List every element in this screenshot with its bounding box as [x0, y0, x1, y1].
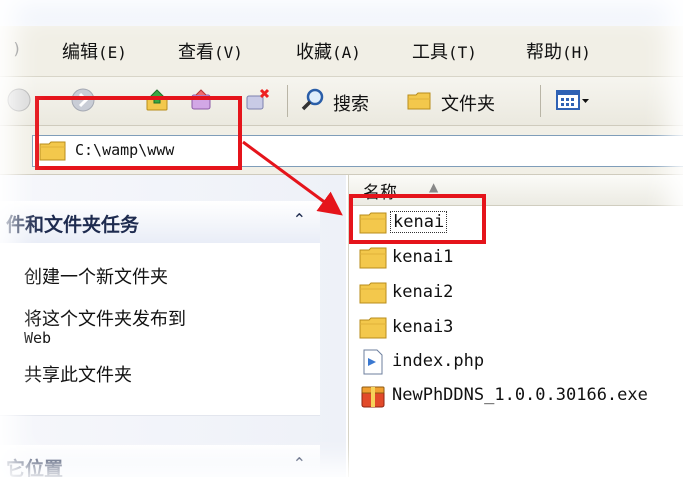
kenai-highlight-box [349, 194, 486, 244]
menu-tools[interactable]: 工具(T) [412, 38, 477, 64]
back-arrow-icon[interactable] [6, 87, 32, 113]
folder-icon [359, 247, 387, 269]
search-icon[interactable] [300, 87, 326, 113]
folders-button[interactable]: 文件夹 [441, 90, 495, 116]
file-name: kenai1 [392, 247, 454, 267]
file-row[interactable]: kenai2 [359, 278, 683, 308]
collapse-chevron-icon[interactable]: ⌃ [293, 210, 306, 229]
search-button[interactable]: 搜索 [333, 90, 369, 116]
menu-edit[interactable]: 编辑(E) [62, 38, 127, 64]
file-row[interactable]: index.php [359, 347, 683, 377]
menu-view[interactable]: 查看(V) [178, 38, 243, 64]
menu-help[interactable]: 帮助(H) [526, 38, 591, 64]
file-row[interactable]: kenai1 [359, 243, 683, 273]
file-tasks-title: 件和文件夹任务 [6, 214, 140, 236]
file-tasks-header[interactable]: 件和文件夹任务 ⌃ [0, 201, 320, 244]
menu-favorites[interactable]: 收藏(A) [296, 38, 361, 64]
address-highlight-box [35, 96, 242, 170]
toolbar-separator [287, 85, 288, 117]
file-name: index.php [392, 351, 485, 371]
file-name: kenai3 [392, 317, 454, 337]
file-row[interactable]: NewPhDDNS_1.0.0.30166.exe [359, 381, 683, 411]
php-file-icon [363, 349, 383, 375]
sort-ascending-icon: ▲ [429, 180, 439, 194]
installer-exe-icon [361, 386, 385, 408]
explorer-window: ) 编辑(E) 查看(V) 收藏(A) 工具(T) 帮助(H) 搜索 文件夹 C… [0, 0, 683, 477]
menu-bar: ) 编辑(E) 查看(V) 收藏(A) 工具(T) 帮助(H) [0, 26, 683, 77]
file-name: kenai2 [392, 282, 454, 302]
other-places-header[interactable]: 它位置 ⌃ [0, 445, 320, 477]
title-bar [0, 0, 683, 26]
folder-icon [359, 282, 387, 304]
toolbar-separator [540, 85, 541, 117]
task-publish-folder[interactable]: 将这个文件夹发布到 [24, 305, 186, 331]
folders-icon[interactable] [406, 87, 432, 113]
folder-icon [359, 317, 387, 339]
other-places-title: 它位置 [6, 458, 64, 477]
delete-icon[interactable] [244, 87, 270, 113]
task-new-folder[interactable]: 创建一个新文件夹 [24, 263, 168, 289]
task-share-folder[interactable]: 共享此文件夹 [24, 361, 132, 387]
menu-file-partial[interactable]: ) [12, 38, 22, 59]
file-name: NewPhDDNS_1.0.0.30166.exe [392, 385, 648, 405]
task-pane: 件和文件夹任务 ⌃ 创建一个新文件夹 将这个文件夹发布到 Web 共享此文件夹 … [0, 175, 346, 477]
file-tasks-panel: 创建一个新文件夹 将这个文件夹发布到 Web 共享此文件夹 [0, 243, 320, 416]
collapse-chevron-icon[interactable]: ⌃ [293, 454, 306, 473]
views-icon[interactable] [556, 87, 590, 113]
task-publish-folder-web[interactable]: Web [24, 329, 51, 347]
file-row[interactable]: kenai3 [359, 313, 683, 343]
